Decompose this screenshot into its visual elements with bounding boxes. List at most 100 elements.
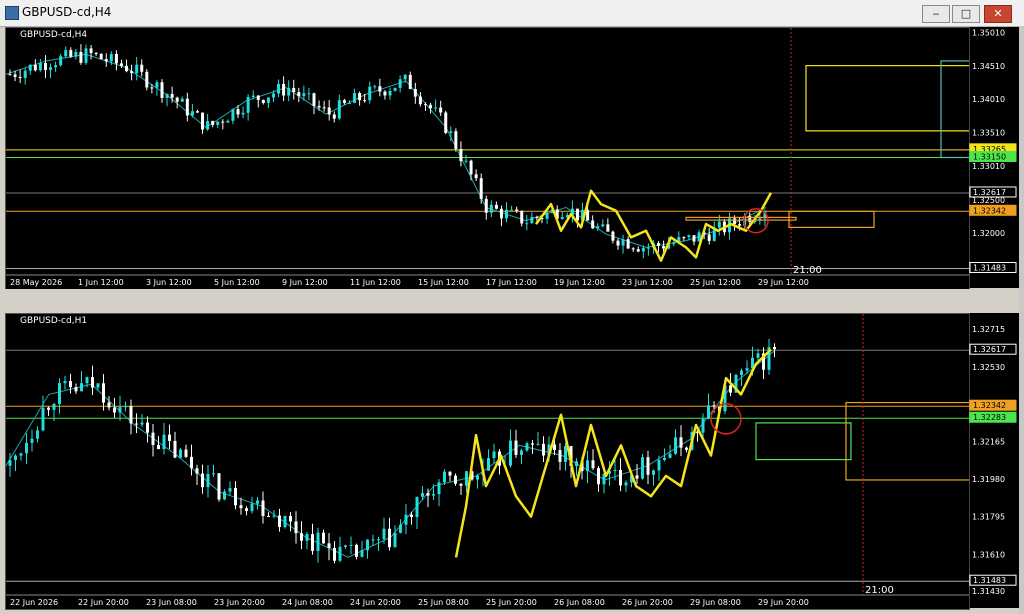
- candle-body: [239, 505, 243, 509]
- candle-body: [619, 469, 622, 486]
- chart-window-icon: [5, 6, 19, 20]
- candle-body: [118, 407, 122, 413]
- window-title: GBPUSD-cd,H4: [22, 5, 112, 19]
- candle-body: [297, 92, 301, 97]
- candle-body: [418, 96, 422, 105]
- time-tick-label: 24 Jun 08:00: [282, 598, 333, 607]
- candle-body: [69, 50, 73, 57]
- time-tick-label: 25 Jun 20:00: [486, 598, 537, 607]
- candle-body: [358, 93, 362, 101]
- candle-body: [217, 473, 221, 500]
- candle-body: [575, 461, 578, 467]
- candle-body: [344, 545, 347, 547]
- candle-body: [173, 440, 177, 458]
- candle-body: [487, 458, 490, 471]
- candle-body: [289, 515, 292, 522]
- candle-body: [597, 468, 600, 485]
- candle-body: [231, 109, 235, 121]
- price-marker-label: 1.31483: [973, 263, 1006, 272]
- candle-body: [415, 496, 419, 518]
- candle-body: [596, 226, 600, 229]
- candle-body: [363, 100, 367, 102]
- h1-chart-canvas[interactable]: 22 Jun 2026 22 Jun 20:00 23 Jun 08:00 23 Ju…: [5, 314, 972, 609]
- candle-body: [674, 437, 677, 454]
- candle-body: [509, 440, 512, 466]
- candle-body: [140, 422, 144, 425]
- candle-body: [327, 107, 331, 115]
- candle-body: [261, 500, 265, 516]
- candle-body: [89, 48, 93, 54]
- candle-body: [393, 532, 397, 548]
- candle-body: [234, 488, 237, 506]
- candle-body: [432, 494, 435, 496]
- candle-body: [104, 59, 108, 62]
- time-tick-label: 15 Jun 12:00: [418, 278, 469, 287]
- time-tick-label: 22 Jun 2026: [10, 598, 58, 607]
- yellow-zone-box: [805, 65, 972, 132]
- candle-body: [292, 87, 296, 93]
- candle-body: [448, 471, 452, 476]
- candle-body: [94, 53, 98, 55]
- time-tick-label: 19 Jun 12:00: [554, 278, 605, 287]
- candle-body: [449, 131, 453, 133]
- candle-body: [8, 460, 12, 466]
- candle-body: [657, 460, 661, 471]
- candle-body: [520, 210, 524, 224]
- candle-body: [216, 121, 220, 125]
- h4-price-axis[interactable]: 1.35010 1.34510 1.34010 1.33510 1.33010 1.325…: [968, 27, 1019, 288]
- close-button[interactable]: ✕: [984, 5, 1012, 23]
- candle-body: [168, 434, 171, 441]
- restore-button[interactable]: □: [952, 5, 980, 23]
- candle-body: [211, 121, 215, 125]
- candle-body: [74, 51, 78, 57]
- candle-body: [124, 405, 127, 408]
- candle-body: [474, 174, 478, 179]
- price-tick-label: 1.31430: [972, 587, 1005, 596]
- candle-body: [740, 370, 743, 376]
- candle-body: [25, 442, 28, 454]
- price-tick-label: 1.32530: [972, 363, 1005, 372]
- candle-body: [175, 97, 179, 102]
- candle-body: [250, 503, 254, 512]
- candle-body: [190, 456, 193, 469]
- time-tick-label: 5 Jun 12:00: [214, 278, 260, 287]
- price-tick-label: 1.31980: [972, 475, 1005, 484]
- side-scroll-strip[interactable]: [1019, 26, 1024, 614]
- candle-body: [283, 515, 287, 528]
- h1-chart-panel[interactable]: 22 Jun 2026 22 Jun 20:00 23 Jun 08:00 23 Ju…: [5, 313, 972, 610]
- candle-body: [465, 471, 468, 486]
- candle-body: [564, 446, 567, 462]
- candle-body: [14, 455, 17, 461]
- candle-body: [733, 218, 737, 225]
- candle-body: [79, 51, 83, 63]
- time-tick-label: 11 Jun 12:00: [350, 278, 401, 287]
- time-tick-label: 29 Jun 20:00: [758, 598, 809, 607]
- candle-body: [278, 515, 281, 528]
- candle-body: [135, 64, 139, 74]
- candle-body: [150, 87, 154, 89]
- h1-price-axis[interactable]: 1.32715 1.32530 1.32165 1.31980 1.31795 1.316…: [968, 313, 1019, 608]
- candle-body: [525, 443, 529, 451]
- price-tick-label: 1.33010: [972, 162, 1005, 171]
- h1-chart-label: GBPUSD-cd,H1: [20, 316, 88, 326]
- candle-body: [13, 74, 17, 77]
- candle-body: [190, 111, 194, 116]
- candle-body: [287, 87, 291, 96]
- candle-body: [33, 64, 37, 71]
- candle-body: [185, 98, 189, 116]
- h4-chart-canvas[interactable]: 28 May 2026 1 Jun 12:00 3 Jun 12:00 5 Jun 1…: [5, 28, 972, 289]
- candle-body: [206, 121, 210, 130]
- h4-chart-panel[interactable]: 28 May 2026 1 Jun 12:00 3 Jun 12:00 5 Jun 1…: [5, 27, 972, 290]
- candle-body: [109, 53, 113, 62]
- candle-body: [382, 528, 386, 540]
- candle-body: [613, 469, 617, 472]
- candle-body: [160, 82, 164, 98]
- minimize-button[interactable]: ‒: [922, 5, 950, 23]
- candle-body: [54, 65, 58, 68]
- candle-body: [338, 546, 342, 561]
- candle-body: [96, 383, 100, 388]
- candle-body: [641, 248, 645, 252]
- candle-body: [300, 533, 303, 541]
- candle-body: [388, 90, 392, 96]
- time-tick-label: 25 Jun 12:00: [690, 278, 741, 287]
